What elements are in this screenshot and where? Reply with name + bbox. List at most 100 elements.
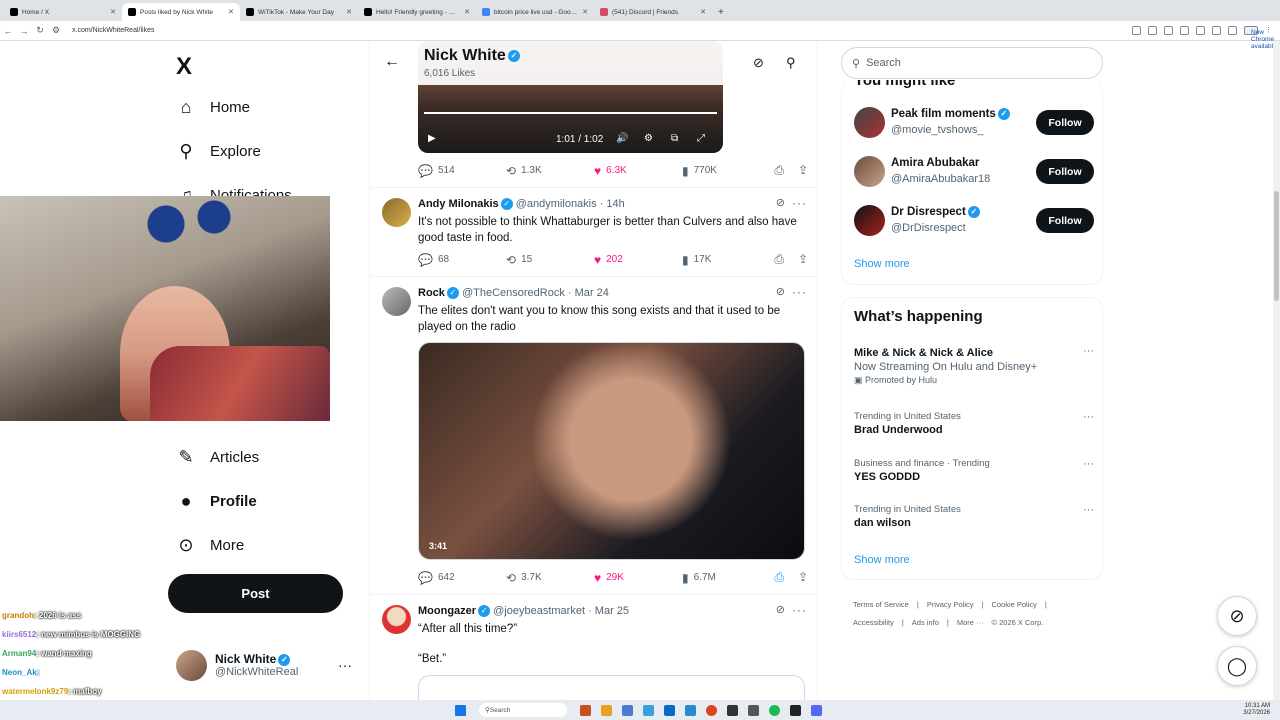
volume-icon[interactable]: 🔊	[616, 133, 628, 144]
app-icon[interactable]	[727, 704, 738, 716]
nav-home[interactable]: ⌂ Home	[176, 97, 250, 118]
footer-link[interactable]: Ads info	[912, 618, 939, 627]
repost-button[interactable]: ⟲ 3.7K	[506, 571, 594, 585]
star-icon[interactable]	[1164, 26, 1173, 35]
share-icon[interactable]: ⇪	[798, 570, 808, 585]
system-clock[interactable]: 10:31 AM 3/27/2026	[1243, 703, 1270, 717]
repost-button[interactable]: ⟲ 1.3K	[506, 164, 594, 178]
browser-tab[interactable]: Home / X ✕	[4, 3, 122, 21]
suggestion-handle[interactable]: @AmiraAbubakar18	[891, 173, 990, 185]
author-name[interactable]: Moongazer	[418, 605, 476, 617]
like-button[interactable]: ♥ 6.3K	[594, 164, 682, 178]
browser-tab[interactable]: bitcoin price live usd - Google ✕	[476, 3, 594, 21]
search-input[interactable]: Search	[866, 57, 901, 69]
account-switcher[interactable]: Nick White ✓ @NickWhiteReal ···	[176, 645, 356, 685]
browser-tab-active[interactable]: Posts liked by Nick White ✕	[122, 3, 240, 21]
follow-suggestion[interactable]: Dr Disrespect ✓ @DrDisrespect Follow	[854, 203, 1094, 239]
avatar[interactable]	[854, 205, 885, 236]
avatar[interactable]	[382, 287, 411, 316]
site-info-icon[interactable]: ⚙	[48, 25, 64, 36]
author-handle[interactable]: @TheCensoredRock	[462, 287, 565, 299]
suggestion-handle[interactable]: @DrDisrespect	[891, 222, 966, 234]
suggestion-handle[interactable]: @movie_tvshows_	[891, 124, 983, 136]
reply-button[interactable]: 💬 68	[418, 253, 506, 267]
browser-tab[interactable]: (541) Discord | Friends ✕	[594, 3, 712, 21]
more-dots-icon[interactable]: ···	[1083, 458, 1094, 470]
grok-icon[interactable]: ⊘	[776, 603, 785, 616]
discord-icon[interactable]	[811, 704, 822, 716]
app-icon[interactable]	[622, 704, 633, 716]
zoom-icon[interactable]	[1148, 26, 1157, 35]
more-dots-icon[interactable]: ···	[1083, 345, 1094, 357]
app-icon[interactable]	[790, 704, 801, 716]
grok-icon[interactable]: ⊘	[753, 55, 764, 71]
follow-button[interactable]: Follow	[1036, 159, 1094, 184]
nav-articles[interactable]: ✎ Articles	[176, 447, 259, 468]
views-button[interactable]: ▮ 17K	[682, 253, 770, 267]
avatar[interactable]	[382, 198, 411, 227]
footer-link[interactable]: More ···	[957, 618, 984, 627]
nav-profile[interactable]: ● Profile	[176, 491, 257, 512]
pip-icon[interactable]: ⧉	[671, 133, 678, 144]
tweet-time[interactable]: · Mar 24	[568, 287, 609, 299]
tweet-time[interactable]: · 14h	[600, 198, 625, 210]
app-icon[interactable]	[580, 704, 591, 716]
scrollbar-thumb[interactable]	[1274, 191, 1279, 301]
more-dots-icon[interactable]: ···	[792, 196, 807, 210]
author-handle[interactable]: @joeybeastmarket	[493, 605, 585, 617]
video-thumbnail[interactable]: 3:41	[418, 342, 805, 560]
spotify-icon[interactable]	[769, 704, 780, 716]
bookmark-icon[interactable]: ⎙	[774, 252, 784, 267]
suggestion-name[interactable]: Peak film moments	[891, 108, 996, 120]
scrollbar[interactable]	[1273, 41, 1280, 700]
new-tab-button[interactable]: +	[712, 3, 730, 21]
views-button[interactable]: ▮ 770K	[682, 164, 770, 178]
suggestion-name[interactable]: Dr Disrespect	[891, 206, 966, 218]
follow-button[interactable]: Follow	[1036, 208, 1094, 233]
tweet[interactable]: Moongazer ✓ @joeybeastmarket · Mar 25 ⊘ ·…	[370, 594, 817, 700]
nav-more[interactable]: ⊙ More	[176, 535, 244, 556]
trend-item[interactable]: Mike & Nick & Nick & Alice Now Streaming…	[854, 345, 1094, 386]
like-button[interactable]: ♥ 29K	[594, 571, 682, 585]
folder-icon[interactable]	[601, 704, 612, 716]
trend-item[interactable]: Trending in United States dan wilson ···	[854, 504, 1094, 529]
follow-suggestion[interactable]: Peak film moments ✓ @movie_tvshows_ Follo…	[854, 105, 1094, 141]
media-card[interactable]	[418, 675, 805, 700]
bookmark-icon[interactable]: ⎙	[774, 163, 784, 178]
views-button[interactable]: ▮ 6.7M	[682, 571, 770, 585]
close-icon[interactable]: ✕	[228, 8, 234, 16]
follow-button[interactable]: Follow	[1036, 110, 1094, 135]
menu-icon[interactable]: ⋮	[1265, 26, 1274, 35]
footer-link[interactable]: Privacy Policy	[927, 600, 974, 609]
settings-icon[interactable]: ⚙	[644, 133, 653, 144]
like-button[interactable]: ♥ 202	[594, 253, 682, 267]
share-icon[interactable]: ⇪	[798, 163, 808, 178]
author-name[interactable]: Andy Milonakis	[418, 198, 499, 210]
sidepanel-icon[interactable]	[1212, 26, 1221, 35]
forward-arrow-icon[interactable]: →	[16, 26, 32, 36]
reply-button[interactable]: 💬 642	[418, 571, 506, 585]
back-arrow-icon[interactable]: ←	[0, 26, 16, 36]
edge-icon[interactable]	[643, 704, 654, 716]
chrome-icon[interactable]	[706, 704, 717, 716]
grok-icon[interactable]: ⊘	[776, 196, 785, 209]
more-dots-icon[interactable]: ···	[338, 657, 352, 673]
windows-start-icon[interactable]	[455, 704, 466, 716]
more-dots-icon[interactable]: ···	[792, 285, 807, 299]
tweet-time[interactable]: · Mar 25	[588, 605, 629, 617]
more-dots-icon[interactable]: ···	[1083, 504, 1094, 516]
tweet[interactable]: Rock ✓ @TheCensoredRock · Mar 24 ⊘ ··· Th…	[370, 276, 817, 594]
footer-link[interactable]: Accessibility	[853, 618, 894, 627]
store-icon[interactable]	[664, 704, 675, 716]
suggestion-name[interactable]: Amira Abubakar	[891, 157, 979, 169]
search-box[interactable]: ⚲ Search	[841, 47, 1103, 79]
tweet[interactable]: Andy Milonakis ✓ @andymilonakis · 14h ⊘ ·…	[370, 187, 817, 276]
close-icon[interactable]: ✕	[700, 8, 706, 16]
post-button[interactable]: Post	[168, 574, 343, 613]
taskbar-search[interactable]: ⚲ Search	[479, 703, 567, 717]
follow-suggestion[interactable]: Amira Abubakar @AmiraAbubakar18 Follow	[854, 154, 1094, 190]
reload-icon[interactable]: ↻	[32, 25, 48, 36]
avatar[interactable]	[382, 605, 411, 634]
close-icon[interactable]: ✕	[582, 8, 588, 16]
app-icon[interactable]	[685, 704, 696, 716]
